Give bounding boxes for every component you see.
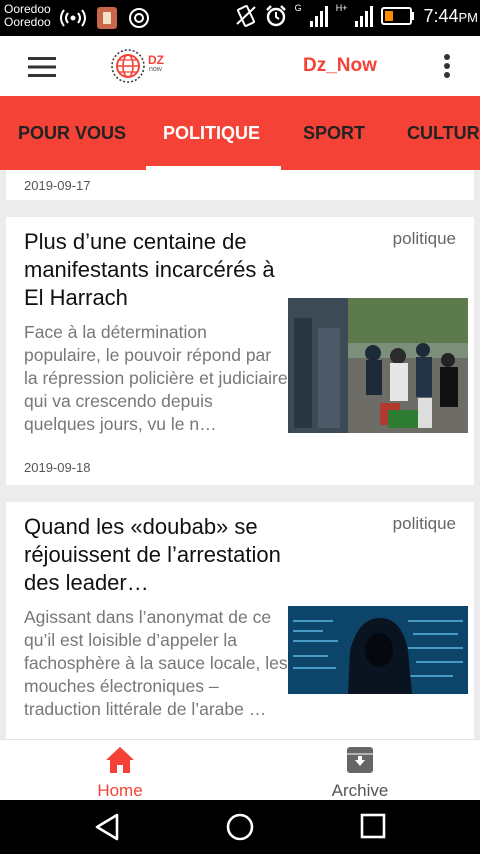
- signal-1-icon: [309, 6, 328, 27]
- target-icon: [129, 8, 149, 28]
- article-thumbnail[interactable]: [288, 298, 468, 433]
- status-bar: Ooredoo Ooredoo G H+ 7:44PM: [0, 0, 480, 36]
- nav-home[interactable]: Home: [0, 740, 240, 801]
- logo-subtext: now: [149, 66, 162, 73]
- article-category: politique: [392, 514, 456, 533]
- clock-ampm: PM: [458, 9, 479, 25]
- hamburger-menu-icon[interactable]: [28, 56, 56, 78]
- app-title: Dz_Now: [303, 55, 377, 76]
- globe-logo-icon: [111, 49, 145, 83]
- more-vertical-icon[interactable]: [443, 53, 451, 79]
- archive-icon: [347, 747, 373, 773]
- app-notification-icon: [97, 7, 117, 29]
- tab-sport[interactable]: SPORT: [303, 96, 365, 170]
- signal-2-icon: [355, 6, 374, 27]
- clock-time: 7:44: [423, 5, 459, 26]
- nav-archive-label: Archive: [331, 781, 389, 800]
- article-category: politique: [392, 229, 456, 248]
- article-title[interactable]: Plus d’une centaine de manifestants inca…: [24, 228, 286, 312]
- network-type-2: H+: [335, 3, 348, 13]
- recents-icon[interactable]: [360, 813, 388, 841]
- tab-politique[interactable]: POLITIQUE: [163, 96, 260, 170]
- system-navigation-bar: [0, 800, 480, 854]
- app-bar: DZ now Dz_Now: [0, 36, 480, 96]
- nav-archive[interactable]: Archive: [240, 740, 480, 801]
- app-logo: DZ now: [110, 48, 170, 84]
- article-excerpt: Agissant dans l’anonymat de ce qu’il est…: [24, 607, 288, 719]
- article-title[interactable]: Quand les «doubab» se réjouissent de l’a…: [24, 513, 288, 597]
- carrier-2: Ooredoo: [4, 15, 51, 29]
- carrier-labels: Ooredoo Ooredoo: [4, 3, 51, 29]
- home-icon: [106, 747, 134, 773]
- article-card[interactable]: Quand les «doubab» se réjouissent de l’a…: [6, 502, 474, 739]
- category-tabs: POUR VOUS POLITIQUE SPORT CULTURE: [0, 96, 480, 170]
- status-icons-right: G H+ 7:44PM: [235, 3, 478, 28]
- article-date: 2019-09-17: [24, 178, 91, 193]
- hotspot-icon: [60, 9, 86, 27]
- article-feed[interactable]: 2019-09-17 Plus d’une centaine de manife…: [0, 170, 480, 739]
- back-icon[interactable]: [93, 812, 123, 842]
- vibrate-icon: [235, 5, 256, 27]
- tab-pour-vous[interactable]: POUR VOUS: [18, 96, 126, 170]
- article-card[interactable]: Plus d’une centaine de manifestants inca…: [6, 217, 474, 485]
- tab-culture[interactable]: CULTURE: [407, 96, 480, 170]
- article-thumbnail[interactable]: [288, 606, 468, 694]
- logo-text: DZ: [148, 53, 164, 67]
- article-date: 2019-09-18: [24, 460, 91, 475]
- article-excerpt: Face à la détermination populaire, le po…: [24, 322, 288, 434]
- bottom-navigation: Home Archive: [0, 739, 480, 800]
- battery-icon: [381, 7, 415, 25]
- alarm-icon: [265, 5, 286, 27]
- clock: 7:44PM: [423, 6, 478, 27]
- status-icons-left: [60, 6, 150, 30]
- previous-article-card[interactable]: 2019-09-17: [6, 170, 474, 200]
- home-circle-icon[interactable]: [225, 812, 255, 842]
- network-type-1: G: [294, 3, 302, 13]
- nav-home-label: Home: [97, 781, 143, 800]
